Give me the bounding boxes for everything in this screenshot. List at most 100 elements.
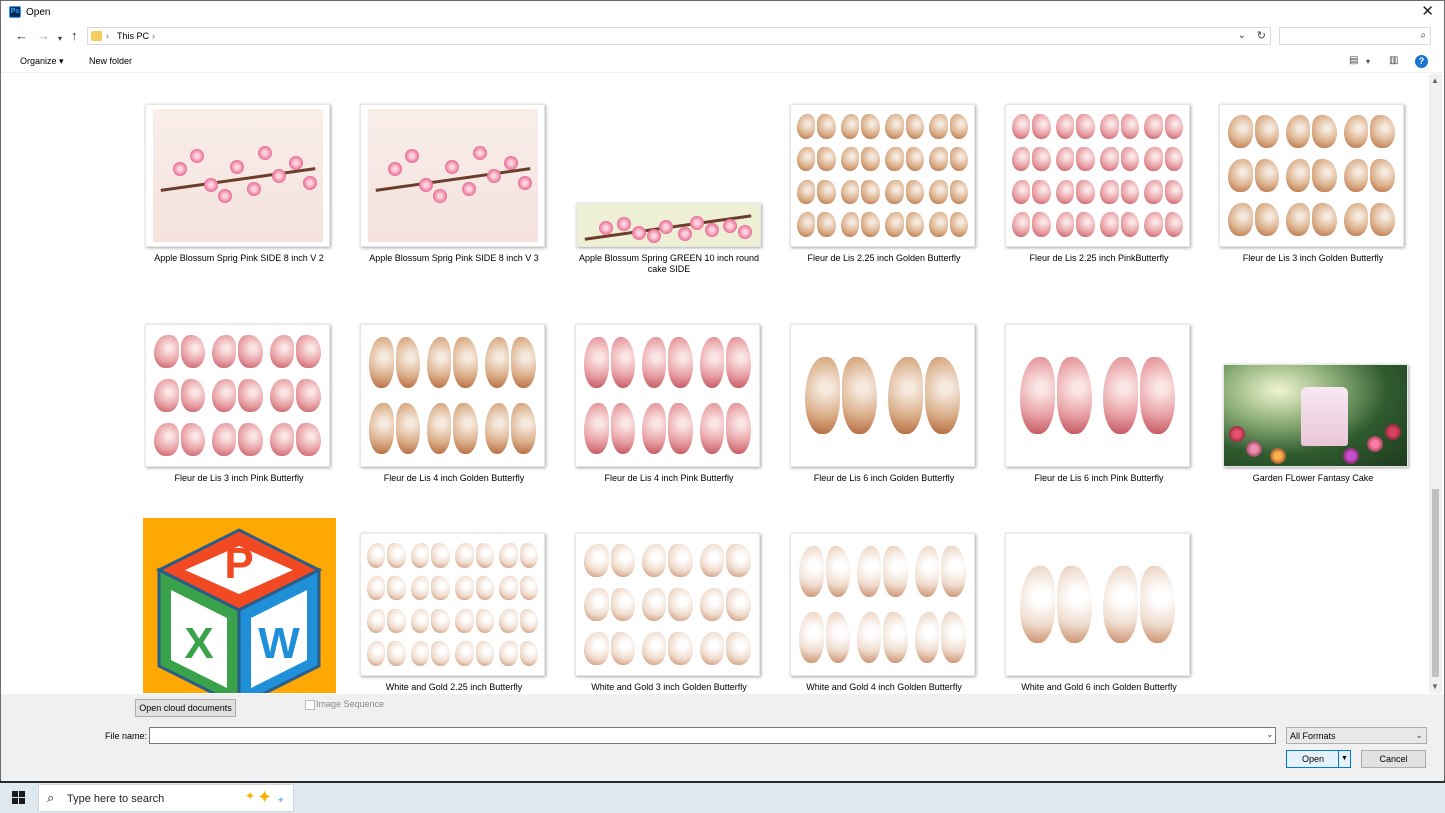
butterfly-wing (1343, 202, 1369, 236)
butterfly (1010, 111, 1052, 142)
breadcrumb-expand-icon[interactable]: › (152, 31, 155, 41)
butterfly-wing (861, 146, 880, 172)
file-tile[interactable]: White and Gold 6 inch Golden Butterfly (999, 533, 1199, 693)
open-cloud-documents-button[interactable]: Open cloud documents (135, 699, 236, 717)
recent-locations-chevron-down-icon[interactable]: ▾ (58, 32, 62, 46)
scroll-up-icon[interactable]: ▲ (1431, 76, 1439, 85)
file-tile[interactable]: Fleur de Lis 3 inch Golden Butterfly (1213, 104, 1413, 304)
file-name-history-chevron-down-icon[interactable]: ⌄ (1266, 729, 1274, 740)
butterfly-wing (1144, 212, 1163, 237)
blossom-flower (487, 168, 501, 183)
file-tile[interactable]: Fleur de Lis 6 inch Pink Butterfly (999, 324, 1199, 524)
butterfly-wing (1144, 114, 1163, 139)
file-format-select[interactable]: All Formats ⌄ (1286, 727, 1427, 744)
butterfly-wing (949, 146, 969, 172)
butterfly (582, 584, 638, 626)
preview-pane-icon[interactable]: ▥ (1389, 55, 1398, 66)
butterfly-wing (269, 378, 295, 413)
up-arrow-icon[interactable]: ↑ (71, 29, 78, 43)
butterfly (1143, 144, 1185, 175)
butterfly (640, 397, 696, 461)
cube-letter-top: P (224, 539, 253, 588)
file-tile[interactable]: Fleur de Lis 2.25 inch PinkButterfly (999, 104, 1199, 304)
butterfly-wing (949, 212, 969, 237)
file-tile[interactable]: White and Gold 4 inch Golden Butterfly (784, 533, 984, 693)
butterfly (697, 627, 753, 669)
file-name-input[interactable] (149, 727, 1276, 744)
butterfly-wing (1370, 115, 1395, 149)
file-tile[interactable]: Apple Blossum Spring GREEN 10 inch round… (569, 104, 769, 304)
butterfly-wing (238, 422, 263, 456)
search-input[interactable]: ⌕ (1279, 27, 1431, 45)
butterfly-wing (519, 575, 539, 601)
file-tile[interactable]: Fleur de Lis 3 inch Pink Butterfly (139, 324, 339, 524)
blossom-artwork (577, 204, 760, 246)
butterfly (152, 331, 208, 373)
refresh-icon[interactable]: ↻ (1257, 29, 1266, 42)
help-icon[interactable]: ? (1415, 55, 1428, 68)
file-tile[interactable]: PXWHow to Decorate your Cake with Edible… (139, 518, 339, 693)
organize-button[interactable]: Organize ▾ (20, 56, 64, 67)
butterfly-wing (366, 641, 386, 666)
taskbar-search-box[interactable]: ⌕ Type here to search ✦ ✦ ✦ (38, 784, 294, 812)
image-sequence-checkbox[interactable] (305, 700, 315, 710)
file-thumbnail (1005, 104, 1190, 247)
butterfly-wing (475, 575, 495, 601)
close-icon[interactable]: ✕ (1421, 4, 1434, 20)
new-folder-button[interactable]: New folder (89, 56, 132, 66)
butterfly-wing (941, 546, 966, 598)
scroll-down-icon[interactable]: ▼ (1431, 682, 1439, 691)
address-history-chevron-down-icon[interactable]: ⌄ (1238, 30, 1246, 41)
cancel-button[interactable]: Cancel (1361, 750, 1426, 768)
vertical-scrollbar[interactable]: ▲ ▼ (1429, 74, 1442, 693)
butterfly-wing (387, 641, 406, 666)
address-box[interactable]: › This PC › ⌄ ↻ (87, 27, 1271, 45)
file-tile[interactable]: Fleur de Lis 4 inch Pink Butterfly (569, 324, 769, 524)
butterfly-wing (511, 337, 536, 389)
butterfly-wing (610, 337, 636, 389)
file-tile[interactable]: Apple Blossum Sprig Pink SIDE 8 inch V 3 (354, 104, 554, 304)
open-options-chevron-down-icon[interactable]: ▼ (1338, 751, 1350, 767)
windows-start-icon[interactable] (12, 791, 25, 804)
butterfly (797, 606, 853, 670)
file-tile[interactable]: Garden FLower Fantasy Cake (1213, 324, 1413, 524)
back-arrow-icon[interactable]: ← (15, 29, 28, 43)
butterfly-wing (905, 114, 925, 139)
file-name-label: White and Gold 3 inch Golden Butterfly (591, 682, 747, 692)
file-tile[interactable]: White and Gold 2.25 inch Butterfly (354, 533, 554, 693)
change-view-icon[interactable]: ▤ (1349, 55, 1358, 66)
butterfly-wing (1120, 114, 1140, 139)
file-tile[interactable]: Fleur de Lis 6 inch Golden Butterfly (784, 324, 984, 524)
butterfly-wing (841, 356, 877, 435)
forward-arrow-icon[interactable]: → (37, 29, 50, 43)
open-button[interactable]: Open ▼ (1286, 750, 1351, 768)
file-tile[interactable]: Apple Blossum Sprig Pink SIDE 8 inch V 2 (139, 104, 339, 304)
fantasy-flower (1342, 447, 1359, 464)
butterfly (795, 144, 837, 175)
blossom-flower (272, 168, 286, 183)
butterfly-wing (840, 179, 860, 205)
butterfly-wing (1370, 202, 1395, 236)
file-tile[interactable]: Fleur de Lis 4 inch Golden Butterfly (354, 324, 554, 524)
butterfly-wing (1286, 158, 1311, 193)
scrollbar-thumb[interactable] (1432, 489, 1439, 677)
file-thumbnail (790, 104, 975, 247)
search-icon[interactable]: ⌕ (1420, 30, 1426, 41)
blossom-flower (302, 175, 317, 190)
blossom-flower (204, 178, 218, 193)
butterfly-wing (726, 631, 751, 665)
butterfly-wing (584, 337, 609, 389)
file-name-label: Fleur de Lis 4 inch Golden Butterfly (383, 473, 525, 483)
butterfly-wing (1370, 158, 1395, 193)
breadcrumb-this-pc[interactable]: This PC (117, 31, 149, 41)
file-tile[interactable]: Fleur de Lis 2.25 inch Golden Butterfly (784, 104, 984, 304)
file-tile[interactable]: White and Gold 3 inch Golden Butterfly (569, 533, 769, 693)
butterfly-sheet (1220, 105, 1403, 246)
butterfly-wing (941, 611, 966, 663)
blossom-flower (631, 225, 646, 240)
butterfly (1099, 177, 1141, 208)
view-options-chevron-down-icon[interactable]: ▾ (1366, 57, 1370, 66)
file-thumbnail: PXW (143, 518, 336, 693)
butterfly (152, 418, 208, 460)
butterfly-wing (949, 179, 969, 205)
